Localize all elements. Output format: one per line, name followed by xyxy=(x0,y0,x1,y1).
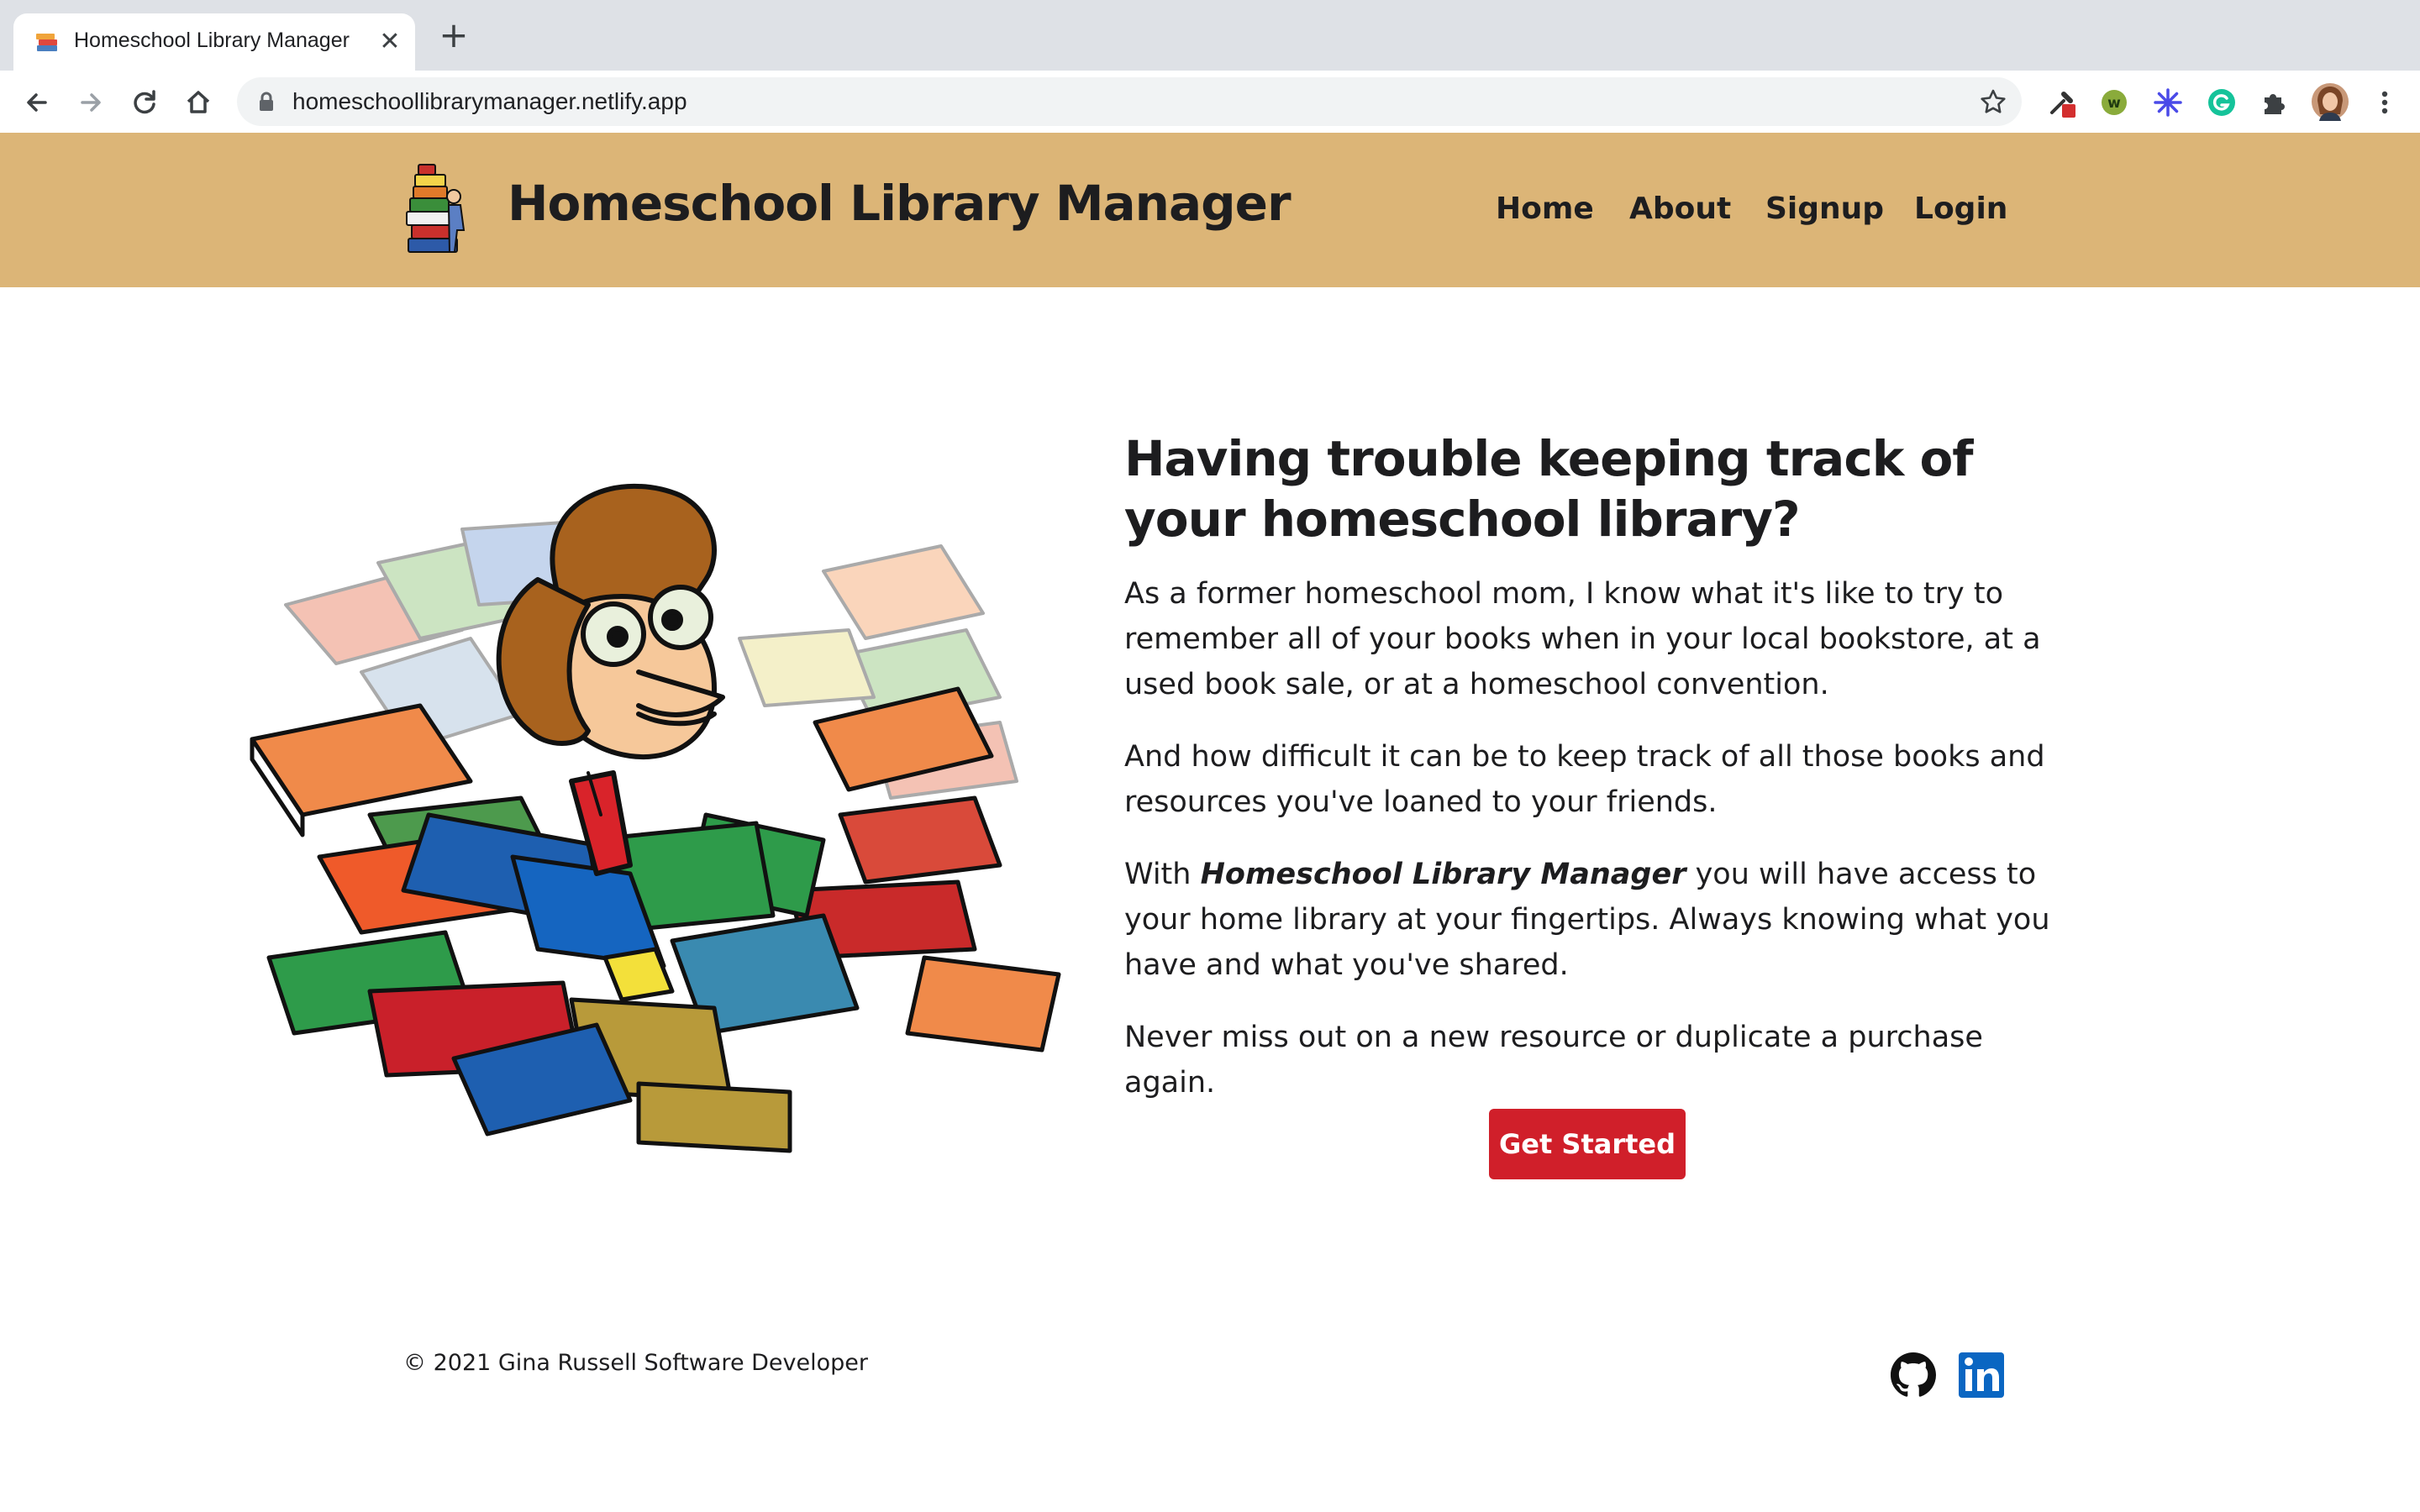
tab-title: Homeschool Library Manager xyxy=(74,29,350,52)
more-menu-icon[interactable] xyxy=(2368,86,2402,119)
address-bar[interactable]: homeschoollibrarymanager.netlify.app xyxy=(237,77,2022,126)
hero-illustration-mom-with-books xyxy=(250,483,1061,1153)
site-header: Homeschool Library Manager Home About Si… xyxy=(0,133,2420,287)
eyedropper-extension-icon[interactable] xyxy=(2045,86,2079,119)
w-extension-icon[interactable]: w xyxy=(2097,86,2131,119)
nav-signup-link[interactable]: Signup xyxy=(1765,192,1884,226)
footer-copyright: © 2021 Gina Russell Software Developer xyxy=(403,1350,868,1376)
profile-avatar[interactable] xyxy=(2311,82,2349,121)
browser-tabstrip: Homeschool Library Manager ✕ + xyxy=(0,0,2420,71)
nav-login-link[interactable]: Login xyxy=(1914,192,2007,226)
sparkle-extension-icon[interactable] xyxy=(2151,86,2185,119)
hero-paragraph-access: With Homeschool Library Manager you will… xyxy=(1124,852,2074,988)
product-name-emphasis: Homeschool Library Manager xyxy=(1200,858,1686,891)
nav-about-link[interactable]: About xyxy=(1629,192,1731,226)
back-icon[interactable] xyxy=(18,84,55,121)
nav-home-link[interactable]: Home xyxy=(1496,192,1594,226)
browser-tab[interactable]: Homeschool Library Manager ✕ xyxy=(13,13,415,71)
close-tab-icon[interactable]: ✕ xyxy=(373,25,407,59)
lock-icon xyxy=(260,92,273,111)
site-brand-title[interactable]: Homeschool Library Manager xyxy=(508,175,1292,232)
home-icon[interactable] xyxy=(180,84,217,121)
puzzle-extensions-icon[interactable] xyxy=(2257,86,2291,119)
books-icon xyxy=(36,34,57,51)
new-tab-button[interactable]: + xyxy=(435,18,472,55)
hero-paragraph-never-miss: Never miss out on a new resource or dupl… xyxy=(1124,1021,1983,1100)
url-text: homeschoollibrarymanager.netlify.app xyxy=(292,88,687,114)
grammarly-extension-icon[interactable] xyxy=(2205,86,2238,119)
browser-toolbar: homeschoollibrarymanager.netlify.app w xyxy=(0,71,2420,134)
logo-book-stack-image[interactable] xyxy=(402,163,477,257)
access-prefix-text: With xyxy=(1124,858,1192,891)
get-started-button[interactable]: Get Started xyxy=(1489,1109,1686,1179)
reload-icon[interactable] xyxy=(126,84,163,121)
forward-icon[interactable] xyxy=(72,84,109,121)
linkedin-icon[interactable] xyxy=(1959,1352,2004,1398)
hero-heading: Having trouble keeping track of your hom… xyxy=(1124,430,1974,548)
github-icon[interactable] xyxy=(1891,1352,1936,1398)
hero-paragraph-loans: And how difficult it can be to keep trac… xyxy=(1124,740,2045,819)
hero-paragraph-intro: As a former homeschool mom, I know what … xyxy=(1124,577,2041,701)
svg-text:w: w xyxy=(2107,95,2121,112)
bookmark-star-icon[interactable] xyxy=(1978,87,2008,117)
